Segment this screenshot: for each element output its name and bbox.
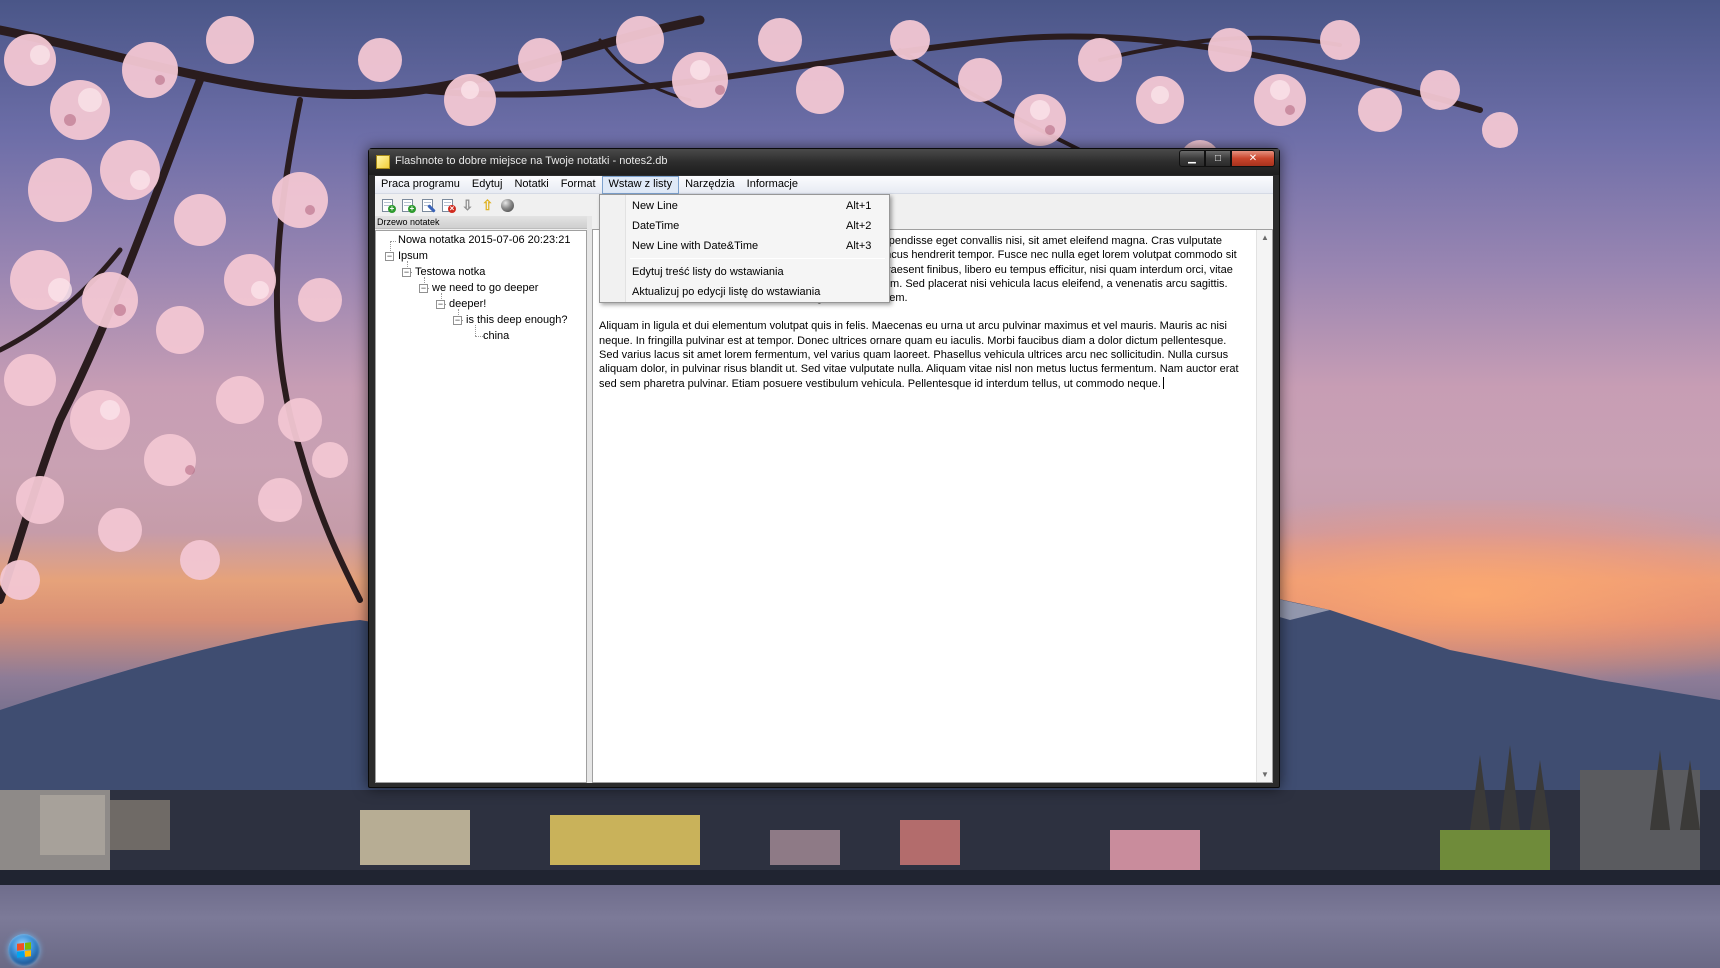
vertical-scrollbar[interactable]: ▲ ▼ [1256, 230, 1272, 782]
x-badge-icon: × [448, 204, 456, 213]
tree-node[interactable]: Testowa notka [415, 266, 485, 278]
note-tree[interactable]: − − − − − Nowa notatka 2015-07-06 20:23:… [375, 230, 587, 783]
menu-item-label: New Line with Date&Time [632, 240, 759, 252]
menu-item-new-line-with-datetime[interactable]: New Line with Date&Time Alt+3 [602, 236, 887, 256]
tree-header: Drzewo notatek [375, 216, 587, 229]
editor-paragraph: Aliquam in ligula et dui elementum volut… [599, 319, 1239, 390]
wstaw-z-listy-dropdown: New Line Alt+1 DateTime Alt+2 New Line w… [599, 194, 890, 303]
globe-icon [501, 198, 514, 212]
collapse-toggle-icon[interactable]: − [436, 300, 445, 309]
move-up-icon: ⇧ [481, 197, 494, 213]
collapse-toggle-icon[interactable]: − [402, 268, 411, 277]
menu-separator [630, 258, 885, 259]
editor-paragraph-text: Aliquam in ligula et dui elementum volut… [599, 320, 1239, 390]
globe-button[interactable] [499, 197, 516, 213]
new-note-button[interactable]: + [379, 197, 396, 213]
move-up-button[interactable]: ⇧ [479, 197, 496, 213]
note-editor[interactable]: Lorem ipsum dolor sit amet, consectetur … [592, 229, 1273, 783]
maximize-button[interactable]: □ [1205, 150, 1231, 167]
tree-connector [390, 241, 396, 242]
tree-connector [475, 325, 476, 336]
tree-node[interactable]: china [483, 330, 509, 342]
menu-narzedzia[interactable]: Narzędzia [679, 176, 741, 194]
menu-bar: Praca programu Edytuj Notatki Format Wst… [375, 176, 1273, 194]
start-button[interactable] [8, 934, 40, 966]
menu-item-label: Edytuj treść listy do wstawiania [632, 266, 784, 278]
tree-node[interactable]: is this deep enough? [466, 314, 568, 326]
caption-buttons: ▁ □ ✕ [1179, 150, 1275, 167]
delete-note-button[interactable]: × [439, 197, 456, 213]
collapse-toggle-icon[interactable]: − [419, 284, 428, 293]
collapse-toggle-icon[interactable]: − [453, 316, 462, 325]
menu-item-label: Aktualizuj po edycji listę do wstawiania [632, 286, 821, 298]
menu-item-datetime[interactable]: DateTime Alt+2 [602, 216, 887, 236]
tree-node[interactable]: deeper! [449, 298, 486, 310]
tree-node[interactable]: Nowa notatka 2015-07-06 20:23:21 [398, 234, 570, 246]
tree-node[interactable]: Ipsum [398, 250, 428, 262]
menu-item-shortcut: Alt+3 [846, 240, 872, 252]
menu-item-new-line[interactable]: New Line Alt+1 [602, 196, 887, 216]
menu-informacje[interactable]: Informacje [741, 176, 804, 194]
menu-notatki[interactable]: Notatki [508, 176, 554, 194]
plus-badge-icon: + [388, 204, 396, 213]
menu-praca-programu[interactable]: Praca programu [375, 176, 466, 194]
minimize-button[interactable]: ▁ [1179, 150, 1205, 167]
scroll-down-icon[interactable]: ▼ [1261, 770, 1269, 779]
menu-item-edit-insert-list[interactable]: Edytuj treść listy do wstawiania [602, 262, 887, 282]
menu-item-shortcut: Alt+1 [846, 200, 872, 212]
move-down-icon: ⇩ [461, 197, 474, 213]
close-button[interactable]: ✕ [1231, 150, 1275, 167]
scroll-up-icon[interactable]: ▲ [1261, 233, 1269, 242]
move-down-button[interactable]: ⇩ [459, 197, 476, 213]
title-bar[interactable]: Flashnote to dobre miejsce na Twoje nota… [369, 149, 1279, 175]
collapse-toggle-icon[interactable]: − [385, 252, 394, 261]
text-caret [1162, 376, 1164, 389]
menu-item-label: New Line [632, 200, 678, 212]
windows-logo-icon [17, 942, 31, 958]
add-subnote-button[interactable]: + [399, 197, 416, 213]
menu-item-refresh-insert-list[interactable]: Aktualizuj po edycji listę do wstawiania [602, 282, 887, 302]
menu-item-shortcut: Alt+2 [846, 220, 872, 232]
edit-note-button[interactable] [419, 197, 436, 213]
menu-item-label: DateTime [632, 220, 680, 232]
menu-edytuj[interactable]: Edytuj [466, 176, 509, 194]
window-title: Flashnote to dobre miejsce na Twoje nota… [395, 155, 668, 167]
menu-wstaw-z-listy[interactable]: Wstaw z listy [601, 176, 680, 194]
tree-node[interactable]: we need to go deeper [432, 282, 538, 294]
app-icon [376, 155, 390, 169]
menu-format[interactable]: Format [555, 176, 602, 194]
plus-badge-icon: + [408, 204, 416, 213]
